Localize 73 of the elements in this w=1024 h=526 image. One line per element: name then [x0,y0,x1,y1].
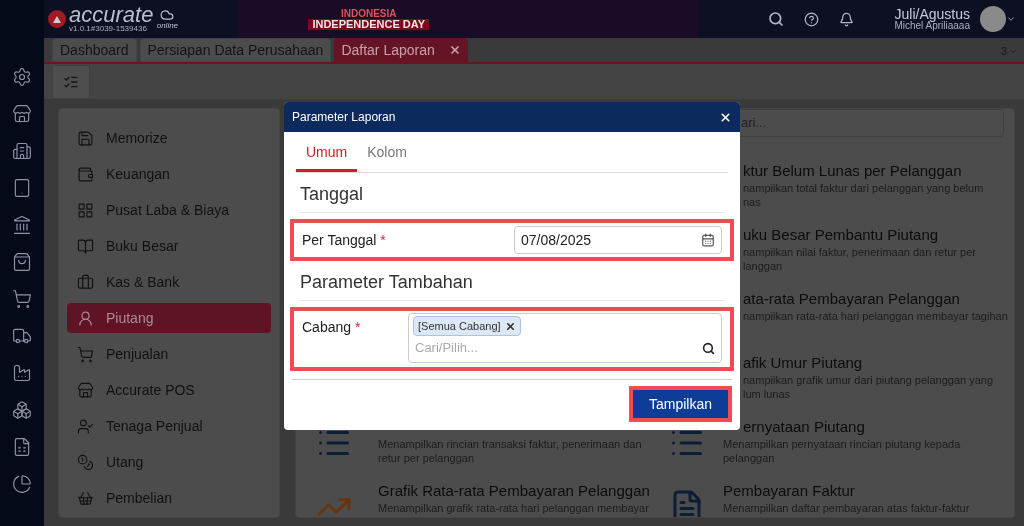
menu-item[interactable]: Accurate POS [67,375,271,405]
nav-icon[interactable] [12,362,32,384]
nav-icon[interactable] [12,473,32,495]
menu-item-icon [77,489,94,507]
page-tab[interactable]: Daftar Laporan [334,38,468,62]
menu-item[interactable]: Tenaga Penjual [67,411,271,441]
avatar-icon[interactable] [980,6,1006,32]
nav-icon[interactable] [12,288,32,310]
field-label: Per Tanggal * [302,232,386,248]
nav-icon[interactable] [12,214,32,236]
banner-text: INDONESIA [339,8,398,19]
menu-item[interactable]: Piutang [67,303,271,333]
menu-item-icon [77,345,94,363]
close-icon[interactable] [719,110,732,124]
report-title[interactable]: Pembayaran Faktur [723,481,970,501]
search-icon[interactable] [768,11,785,27]
dialog-tab[interactable]: Umum [296,142,358,172]
search-icon[interactable] [702,341,715,355]
logo-subtext: online [156,22,179,30]
show-button[interactable]: Tampilkan [632,390,728,418]
user-name[interactable]: Juli/Agustus [894,7,970,21]
menu-item[interactable]: Pembelian [67,483,271,513]
menu-item-icon [77,237,94,255]
nav-icon[interactable] [12,140,32,162]
menu-item-icon [77,417,94,435]
report-title[interactable]: ktur Belum Lunas per Pelanggan [743,161,984,181]
dialog-title: Parameter Laporan [292,109,396,126]
nav-icon[interactable] [12,251,32,273]
dialog-tab[interactable]: Kolom [357,142,417,172]
menu-item-icon [77,309,94,327]
menu-item-icon [77,201,94,219]
report-title[interactable]: afik Umur Piutang [743,353,994,373]
remove-icon[interactable] [504,320,516,332]
page-tab[interactable]: Dashboard [52,38,137,62]
nav-icon[interactable] [12,436,32,458]
date-field[interactable]: 07/08/2025 [514,226,722,254]
selected-chip[interactable]: [Semua Cabang] [413,316,521,336]
nav-icon[interactable] [12,66,32,88]
select-field[interactable]: [Semua Cabang] Cari/Pilih... [408,313,722,363]
logo-text: accurate [69,5,154,25]
nav-icon[interactable] [12,177,32,199]
report-title[interactable]: uku Besar Pembantu Piutang [743,225,976,245]
search-placeholder: Cari/Pilih... [414,339,479,358]
menu-item[interactable]: Keuangan [67,159,271,189]
report-title[interactable]: ernyataan Piutang [743,417,961,437]
nav-icon[interactable] [12,103,32,125]
bell-icon[interactable] [839,11,855,27]
section-heading: Tanggal [300,181,724,213]
nav-icon[interactable] [12,399,32,421]
menu-item-icon [77,129,94,147]
page-tab[interactable]: Persiapan Data Perusahaan [139,38,332,62]
date-value: 07/08/2025 [521,230,593,250]
user-subtitle: Michel Apriliaaaa [894,21,970,31]
menu-item[interactable]: Pusat Laba & Biaya [67,195,271,225]
calendar-icon[interactable] [701,233,715,247]
section-heading: Parameter Tambahan [300,269,724,301]
menu-item[interactable]: Utang [67,447,271,477]
menu-item[interactable]: Buku Besar [67,231,271,261]
logo-icon [48,10,66,28]
menu-item[interactable]: Memorize [67,123,271,153]
menu-item-icon [77,273,94,291]
report-title[interactable]: ata-rata Pembayaran Pelanggan [743,289,1008,309]
menu-item-icon [77,381,94,399]
menu-item-icon [77,453,94,471]
version-text: v1.0.1#3039-1539436 [69,25,148,33]
menu-item[interactable]: Kas & Bank [67,267,271,297]
menu-item-icon [77,165,94,183]
menu-item[interactable]: Penjualan [67,339,271,369]
report-title[interactable]: Grafik Rata-rata Pembayaran Pelanggan [378,481,650,501]
caret-icon[interactable] [1006,14,1016,24]
banner-text: INDEPENDENCE DAY [308,18,430,30]
field-label: Cabang * [302,319,361,335]
help-icon[interactable] [804,11,820,27]
